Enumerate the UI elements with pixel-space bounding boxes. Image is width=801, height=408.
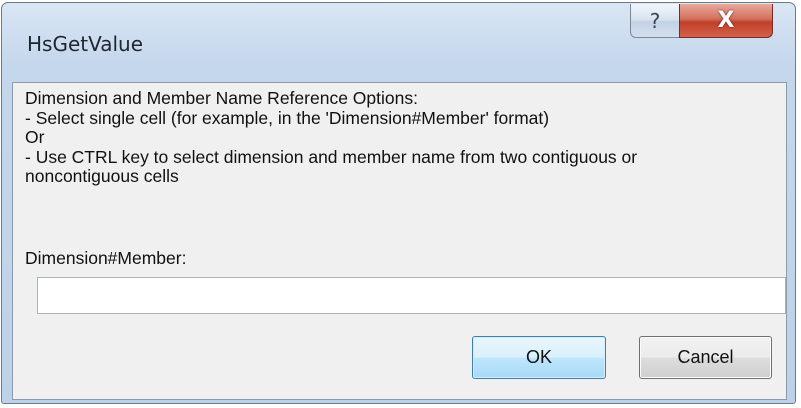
help-button[interactable]: ? [630, 4, 680, 38]
ok-button[interactable]: OK [472, 336, 606, 379]
option-ctrl-select-line2: noncontiguous cells [25, 166, 179, 186]
close-icon: X [717, 8, 735, 33]
cancel-button[interactable]: Cancel [639, 336, 772, 379]
option-ctrl-select-line1: - Use CTRL key to select dimension and m… [25, 146, 638, 167]
close-button[interactable]: X [679, 4, 773, 38]
or-text: Or [25, 127, 45, 147]
dimension-member-input[interactable] [37, 277, 786, 314]
reference-options-text: Dimension and Member Name Reference Opti… [25, 88, 785, 187]
title-bar[interactable]: HsGetValue ? X [2, 3, 795, 81]
dimension-member-label: Dimension#Member: [25, 248, 187, 268]
window-title: HsGetValue [27, 32, 144, 56]
options-heading: Dimension and Member Name Reference Opti… [25, 88, 418, 108]
option-single-cell: - Select single cell (for example, in th… [25, 107, 550, 128]
help-icon: ? [649, 8, 661, 33]
